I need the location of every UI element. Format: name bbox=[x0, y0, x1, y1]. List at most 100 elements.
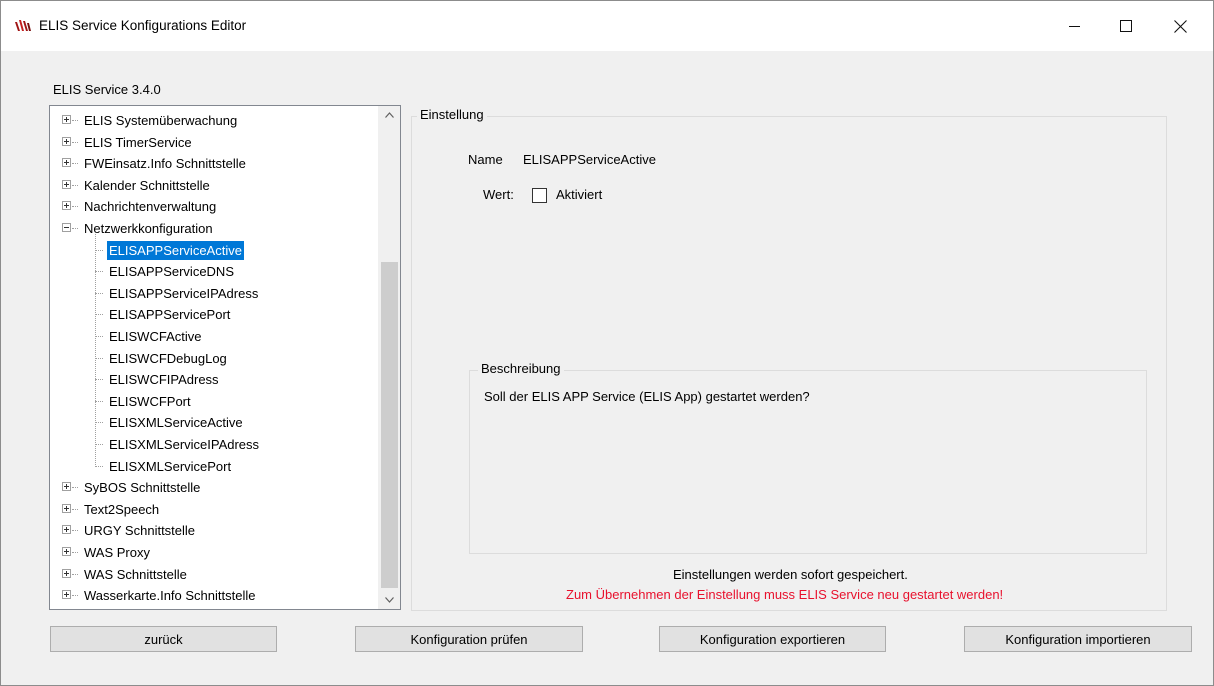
close-button[interactable] bbox=[1157, 1, 1203, 51]
tree-leaf[interactable]: ELISAPPServiceDNS bbox=[50, 261, 378, 282]
minimize-button[interactable] bbox=[1051, 1, 1097, 51]
tree-connector-vertical bbox=[95, 234, 96, 467]
tree-item-label[interactable]: FWEinsatz.Info Schnittstelle bbox=[84, 153, 246, 174]
collapse-icon[interactable] bbox=[62, 223, 71, 232]
tree-connector bbox=[72, 141, 78, 143]
activated-checkbox[interactable] bbox=[532, 188, 547, 203]
tree-item-label[interactable]: ELISXMLServicePort bbox=[109, 456, 231, 477]
tree-item-label[interactable]: ELISAPPServiceDNS bbox=[109, 261, 234, 282]
description-group-title: Beschreibung bbox=[478, 361, 564, 376]
tree-item-label[interactable]: Nachrichtenverwaltung bbox=[84, 196, 216, 217]
tree-item-label[interactable]: ELISAPPServiceIPAdress bbox=[109, 283, 258, 304]
scroll-up-button[interactable] bbox=[378, 106, 400, 124]
elis-flame-icon bbox=[15, 20, 31, 31]
tree-node[interactable]: FWEinsatz.Info Schnittstelle bbox=[50, 153, 378, 174]
tree-item-label[interactable]: ELIS TimerService bbox=[84, 132, 192, 153]
tree-item-label[interactable]: WAS Proxy bbox=[84, 542, 150, 563]
expand-icon[interactable] bbox=[62, 590, 71, 600]
tree-scrollbar[interactable] bbox=[378, 106, 400, 609]
tree-node[interactable]: Nachrichtenverwaltung bbox=[50, 196, 378, 217]
tree-list[interactable]: ELIS Systemüberwachung ELIS TimerService F… bbox=[50, 106, 378, 609]
title-bar[interactable]: ELIS Service Konfigurations Editor bbox=[1, 1, 1213, 51]
tree-item-label[interactable]: ELISXMLServiceIPAdress bbox=[109, 434, 259, 455]
tree-leaf[interactable]: ELISXMLServiceIPAdress bbox=[50, 434, 378, 455]
tree-item-label[interactable]: ELISWCFDebugLog bbox=[109, 348, 227, 369]
tree-connector bbox=[72, 508, 78, 510]
expand-icon[interactable] bbox=[62, 525, 71, 535]
tree-node[interactable]: Wasserkarte.Info Schnittstelle bbox=[50, 585, 378, 606]
settings-tree[interactable]: ELIS Systemüberwachung ELIS TimerService F… bbox=[49, 105, 401, 610]
tree-item-label[interactable]: ELISWCFIPAdress bbox=[109, 369, 219, 390]
tree-item-label[interactable]: SyBOS Schnittstelle bbox=[84, 477, 200, 498]
tree-leaf[interactable]: ELISWCFPort bbox=[50, 391, 378, 412]
tree-connector bbox=[95, 314, 103, 316]
tree-leaf[interactable]: ELISXMLServiceActive bbox=[50, 412, 378, 433]
tree-item-label[interactable]: ELISWCFPort bbox=[109, 391, 191, 412]
expand-icon[interactable] bbox=[62, 482, 71, 492]
tree-leaf[interactable]: ELISWCFDebugLog bbox=[50, 348, 378, 369]
tree-item-label[interactable]: ELISWCFActive bbox=[109, 326, 201, 347]
expand-icon[interactable] bbox=[62, 179, 71, 189]
tree-item-label[interactable]: WAS Schnittstelle bbox=[84, 564, 187, 585]
tree-connector bbox=[72, 573, 78, 575]
tree-connector bbox=[72, 163, 78, 165]
tree-item-label[interactable]: ELISXMLServiceActive bbox=[109, 412, 243, 433]
tree-connector bbox=[72, 595, 78, 597]
expand-icon[interactable] bbox=[62, 158, 71, 168]
expand-icon[interactable] bbox=[62, 547, 71, 556]
window-title: ELIS Service Konfigurations Editor bbox=[39, 18, 247, 33]
back-button[interactable]: zurück bbox=[50, 626, 277, 652]
import-config-button[interactable]: Konfiguration importieren bbox=[964, 626, 1192, 652]
tree-item-label[interactable]: Wasserkarte.Info Schnittstelle bbox=[84, 585, 255, 606]
tree-node[interactable]: SyBOS Schnittstelle bbox=[50, 477, 378, 498]
expand-icon[interactable] bbox=[62, 568, 71, 578]
tree-item-label[interactable]: Netzwerkkonfiguration bbox=[84, 218, 213, 239]
tree-connector bbox=[95, 271, 103, 273]
tree-item-label[interactable]: URGY Schnittstelle bbox=[84, 520, 195, 541]
tree-connector bbox=[95, 465, 103, 467]
tree-connector bbox=[72, 530, 78, 532]
tree-node[interactable]: Text2Speech bbox=[50, 499, 378, 520]
tree-leaf[interactable]: ELISAPPServicePort bbox=[50, 304, 378, 325]
scroll-thumb[interactable] bbox=[381, 262, 398, 588]
tree-connector bbox=[95, 357, 103, 359]
tree-connector bbox=[95, 444, 103, 445]
close-icon bbox=[1173, 19, 1187, 33]
activated-checkbox-label[interactable]: Aktiviert bbox=[556, 187, 602, 202]
expand-icon[interactable] bbox=[62, 201, 71, 211]
tree-item-label[interactable]: ELIS Systemüberwachung bbox=[84, 110, 237, 131]
tree-item-label[interactable]: Text2Speech bbox=[84, 499, 159, 520]
scroll-down-button[interactable] bbox=[378, 591, 400, 609]
expand-icon[interactable] bbox=[62, 115, 71, 124]
tree-connector bbox=[72, 487, 78, 489]
main-window: ELIS Service Konfigurations Editor ELIS … bbox=[0, 0, 1214, 686]
tree-item-label[interactable]: Kalender Schnittstelle bbox=[84, 175, 210, 196]
settings-group-title: Einstellung bbox=[417, 107, 487, 122]
expand-icon[interactable] bbox=[62, 136, 71, 146]
check-config-button[interactable]: Konfiguration prüfen bbox=[355, 626, 583, 652]
tree-leaf[interactable]: ELISXMLServicePort bbox=[50, 456, 378, 477]
minimize-icon bbox=[1068, 25, 1080, 27]
name-value: ELISAPPServiceActive bbox=[523, 152, 656, 167]
tree-node[interactable]: Kalender Schnittstelle bbox=[50, 175, 378, 196]
tree-leaf[interactable]: ELISWCFIPAdress bbox=[50, 369, 378, 390]
tree-item-label[interactable]: ELISAPPServiceActive bbox=[107, 240, 244, 260]
tree-node[interactable]: URGY Schnittstelle bbox=[50, 520, 378, 541]
maximize-button[interactable] bbox=[1103, 1, 1149, 51]
maximize-icon bbox=[1120, 20, 1132, 32]
expand-icon[interactable] bbox=[62, 503, 71, 513]
tree-node[interactable]: WAS Proxy bbox=[50, 542, 378, 563]
tree-node[interactable]: ELIS TimerService bbox=[50, 132, 378, 153]
tree-connector bbox=[95, 292, 103, 294]
tree-leaf[interactable]: ELISAPPServiceActive bbox=[50, 240, 378, 261]
tree-leaf[interactable]: ELISAPPServiceIPAdress bbox=[50, 283, 378, 304]
tree-item-label[interactable]: ELISAPPServicePort bbox=[109, 304, 230, 325]
tree-node[interactable]: ELIS Systemüberwachung bbox=[50, 110, 378, 131]
tree-node[interactable]: Netzwerkkonfiguration bbox=[50, 218, 378, 239]
chevron-down-icon bbox=[384, 597, 394, 603]
restart-note: Zum Übernehmen der Einstellung muss ELIS… bbox=[566, 587, 1004, 602]
tree-leaf[interactable]: ELISWCFActive bbox=[50, 326, 378, 347]
export-config-button[interactable]: Konfiguration exportieren bbox=[659, 626, 886, 652]
tree-node[interactable]: WAS Schnittstelle bbox=[50, 564, 378, 585]
chevron-up-icon bbox=[384, 112, 394, 118]
